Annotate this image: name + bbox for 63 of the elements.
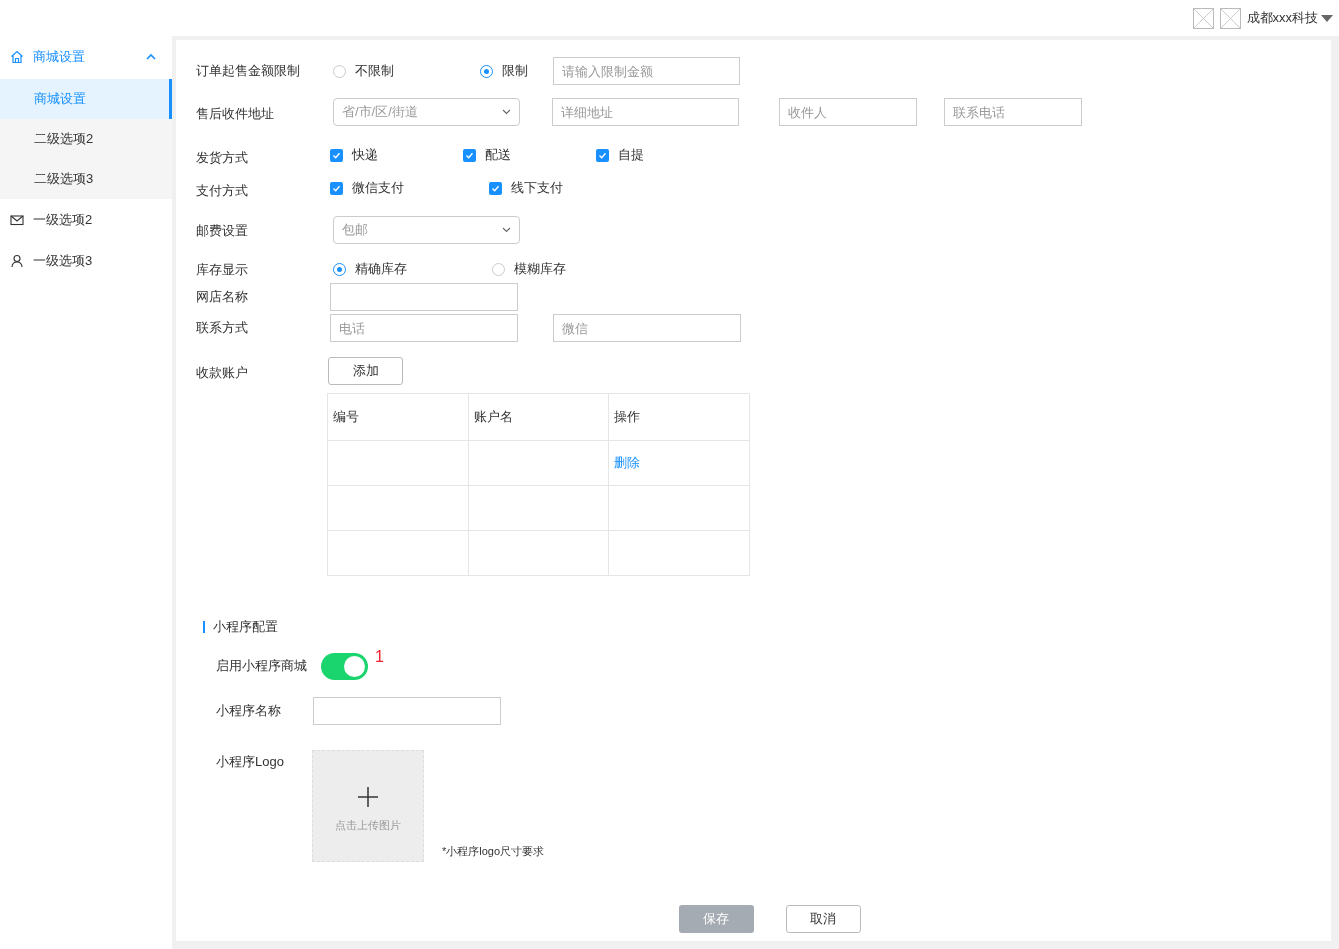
field-label: 启用小程序商城 (216, 657, 308, 676)
field-label: 发货方式 (196, 149, 249, 168)
field-label: 邮费设置 (196, 222, 249, 241)
hint-text: *小程序logo尺寸要求 (442, 844, 545, 859)
input-field[interactable] (313, 696, 501, 725)
submenu-item[interactable]: 二级选项2 (0, 119, 172, 159)
plus-icon (358, 787, 378, 808)
add-button[interactable]: 添加 (328, 357, 403, 385)
checkbox-label[interactable]: 自提 (618, 145, 644, 165)
input-field[interactable]: 收件人 (779, 98, 917, 126)
input-field[interactable] (330, 283, 518, 311)
cancel-button[interactable]: 取消 (785, 904, 861, 933)
sidebar-item[interactable]: 一级选项2 (0, 199, 172, 240)
checkbox-label[interactable]: 快递 (352, 145, 378, 165)
field-label: 联系方式 (196, 319, 249, 338)
input-field[interactable]: 电话 (330, 314, 518, 342)
checkbox-label[interactable]: 配送 (485, 145, 511, 165)
field-label: 小程序名称 (216, 701, 282, 720)
checkmark-icon (491, 183, 500, 193)
radio-label[interactable]: 不限制 (355, 61, 394, 81)
field-label: 小程序Logo (216, 752, 285, 771)
company-menu[interactable]: 成都xxx科技 (1246, 8, 1333, 28)
checkbox-label[interactable]: 线下支付 (511, 178, 563, 198)
field-label: 网店名称 (196, 288, 249, 307)
column-header: 账户名 (469, 394, 609, 440)
checkbox[interactable] (596, 148, 609, 162)
caret-icon (1321, 14, 1333, 22)
checkmark-icon (332, 150, 341, 160)
toggle-switch[interactable] (321, 652, 368, 680)
user-icon (10, 253, 24, 268)
home-icon (10, 49, 24, 64)
input-field[interactable]: 请输入限制金额 (553, 57, 740, 85)
mail-icon (10, 212, 24, 227)
checkbox[interactable] (330, 181, 343, 195)
column-header: 操作 (613, 408, 641, 427)
field-label: 收款账户 (196, 363, 249, 382)
field-label: 库存显示 (196, 261, 249, 280)
image-icon (1219, 7, 1241, 29)
field-label: 支付方式 (196, 182, 249, 201)
chevron-down-icon (502, 227, 511, 233)
section-title: 小程序配置 (213, 618, 278, 636)
image-icon (1192, 7, 1214, 29)
sidebar-item[interactable]: 一级选项3 (0, 240, 172, 281)
input-field[interactable]: 联系电话 (944, 98, 1082, 126)
column-header: 编号 (328, 394, 469, 440)
chevron-down-icon (502, 109, 511, 115)
input-field[interactable]: 微信 (553, 314, 741, 342)
checkbox[interactable] (330, 148, 343, 162)
submenu-item[interactable]: 二级选项3 (0, 159, 172, 199)
field-label: 订单起售金额限制 (196, 62, 301, 81)
radio-label[interactable]: 模糊库存 (514, 259, 566, 279)
checkmark-icon (465, 150, 474, 160)
section-marker (203, 620, 205, 633)
checkbox-label[interactable]: 微信支付 (352, 178, 404, 198)
field-label: 售后收件地址 (196, 105, 275, 124)
badge-number: 1 (375, 646, 384, 667)
checkbox[interactable] (489, 181, 502, 195)
checkmark-icon (332, 183, 341, 193)
input-field[interactable]: 详细地址 (552, 98, 739, 126)
radio-label[interactable]: 限制 (502, 61, 528, 81)
checkbox[interactable] (463, 148, 476, 162)
checkmark-icon (598, 150, 607, 160)
radio-label[interactable]: 精确库存 (355, 259, 407, 279)
